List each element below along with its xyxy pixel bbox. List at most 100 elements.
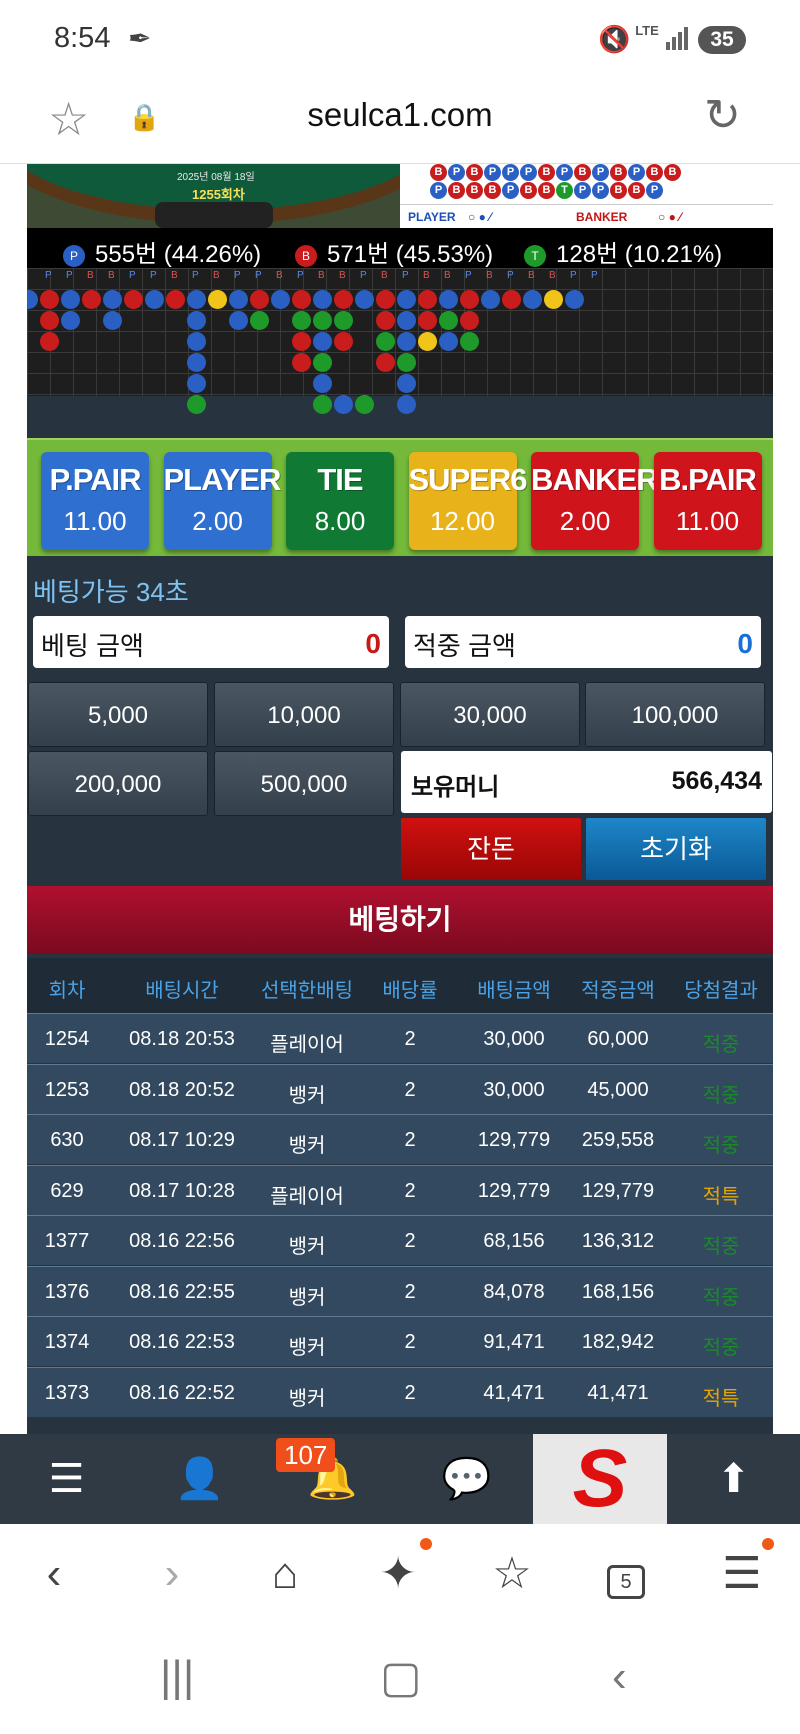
- bet-option-banker[interactable]: BANKER 2.00: [531, 452, 659, 550]
- big-road-bead: [334, 290, 353, 309]
- big-road-bead: [187, 353, 206, 372]
- site-bottom-nav: ☰ 👤 🔔 107 💬 S ⬆: [0, 1434, 800, 1524]
- big-road-header-mark: P: [591, 270, 598, 281]
- history-row: 1254 08.18 20:53 플레이어 2 30,000 60,000 적중: [27, 1013, 773, 1063]
- place-bet-button[interactable]: 베팅하기: [27, 886, 773, 954]
- big-road-header-mark: P: [402, 270, 409, 281]
- system-back-icon[interactable]: ‹: [612, 1652, 627, 1702]
- big-road-bead: [313, 374, 332, 393]
- big-road-header-mark: B: [213, 270, 220, 281]
- history-cell-bet: 68,156: [483, 1230, 545, 1252]
- big-road-bead: [397, 290, 416, 309]
- big-road-grid: PPBBPPBPBPPBPBBPBPBBPBPBBPP: [27, 268, 773, 414]
- bead-road-ball: P: [574, 182, 591, 199]
- bead-road-ball: B: [466, 182, 483, 199]
- bet-option-p-pair[interactable]: P.PAIR 11.00: [41, 452, 149, 550]
- signal-icon: [666, 26, 690, 50]
- chip-100000-button[interactable]: 100,000: [585, 682, 765, 747]
- big-road-bead: [334, 332, 353, 351]
- chip-500000-button[interactable]: 500,000: [214, 751, 394, 816]
- recents-icon[interactable]: |||: [160, 1652, 194, 1702]
- big-road-bead: [397, 332, 416, 351]
- bet-option-odds: 11.00: [675, 506, 740, 536]
- win-amount-value: 0: [737, 628, 753, 659]
- bet-option-b-pair[interactable]: B.PAIR 11.00: [653, 452, 762, 550]
- history-cell-bet: 30,000: [483, 1078, 545, 1101]
- menu-icon[interactable]: ☰: [0, 1434, 133, 1524]
- big-road-bead: [271, 290, 290, 309]
- bead-road-top: BPBPPPBPBPBPBB PBBBPBBTPPBBP PLAYER ○ ● …: [400, 164, 773, 228]
- player-dot-icon: P: [63, 244, 85, 267]
- big-road-bead: [376, 290, 395, 309]
- history-cell-odds: 2: [404, 1230, 416, 1252]
- bead-road-ball: P: [448, 164, 465, 181]
- notification-dot: [762, 1538, 774, 1550]
- bet-option-odds: 2.00: [559, 506, 611, 536]
- bet-option-name: BANKER: [531, 462, 659, 497]
- col-result: 당첨결과: [684, 980, 758, 1002]
- system-nav-bar: ||| ▢ ‹: [0, 1624, 800, 1734]
- forward-icon[interactable]: ›: [142, 1544, 202, 1604]
- bead-road-ball: P: [556, 164, 573, 181]
- big-road-bead: [103, 290, 122, 309]
- big-road-bead: [40, 290, 59, 309]
- chip-10000-button[interactable]: 10,000: [214, 682, 394, 747]
- big-road-bead: [187, 332, 206, 351]
- big-road-header-mark: P: [507, 270, 514, 281]
- history-cell-win: 41,471: [587, 1381, 649, 1404]
- legend-banker: BANKER: [576, 210, 628, 224]
- big-road-bead: [376, 311, 395, 330]
- big-road-header-mark: P: [45, 270, 52, 281]
- bet-option-player[interactable]: PLAYER 2.00: [163, 452, 281, 550]
- history-cell-win: 136,312: [581, 1230, 655, 1252]
- history-cell-odds: 2: [404, 1028, 416, 1050]
- home-icon[interactable]: ⌂: [255, 1544, 315, 1604]
- user-icon[interactable]: 👤: [133, 1434, 266, 1524]
- big-road-bead: [313, 332, 332, 351]
- history-cell-round: 1254: [44, 1028, 90, 1050]
- big-road-header-mark: B: [108, 270, 115, 281]
- chip-30000-button[interactable]: 30,000: [400, 682, 580, 747]
- bet-option-super6[interactable]: SUPER6 12.00: [408, 452, 528, 550]
- ai-sparkle-icon[interactable]: ✦: [368, 1544, 428, 1604]
- col-round: 회차: [48, 980, 86, 1002]
- stat-banker: B 571번 (45.53%): [295, 234, 493, 269]
- big-road-bead: [187, 311, 206, 330]
- site-logo[interactable]: S: [533, 1434, 667, 1524]
- big-road-bead: [313, 353, 332, 372]
- history-cell-win: 182,942: [581, 1331, 655, 1353]
- bead-road-ball: B: [646, 164, 663, 181]
- mute-icon: 🔇: [598, 24, 631, 54]
- big-road-bead: [292, 311, 311, 330]
- bet-option-tie[interactable]: TIE 8.00: [286, 452, 394, 550]
- big-road-bead: [502, 290, 521, 309]
- change-button[interactable]: 잔돈: [401, 818, 581, 880]
- bead-road-ball: B: [484, 182, 501, 199]
- back-icon[interactable]: ‹: [24, 1544, 84, 1604]
- history-cell-round: 629: [50, 1179, 84, 1202]
- game-content: 2025년 08월 18일 1255회차 BPBPPPBPBPBPBB PBBB…: [27, 164, 773, 1434]
- browser-menu-icon[interactable]: ☰: [712, 1544, 772, 1604]
- reload-icon[interactable]: ↻: [704, 90, 741, 141]
- home-button-icon[interactable]: ▢: [380, 1652, 422, 1703]
- bookmarks-icon[interactable]: ☆: [482, 1544, 542, 1604]
- big-road-bead: [460, 311, 479, 330]
- stat-player: P 555번 (44.26%): [63, 234, 261, 269]
- big-road-bead: [61, 311, 80, 330]
- big-road-bead: [166, 290, 185, 309]
- scroll-top-icon[interactable]: ⬆: [667, 1434, 800, 1524]
- history-row: 1374 08.16 22:53 뱅커 2 91,471 182,942 적중: [27, 1316, 773, 1366]
- history-cell-result: 적중: [702, 1286, 740, 1309]
- tabs-icon[interactable]: 5: [596, 1544, 656, 1604]
- big-road-header-mark: P: [129, 270, 136, 281]
- bead-road-ball: P: [592, 164, 609, 181]
- chip-200000-button[interactable]: 200,000: [28, 751, 208, 816]
- history-cell-result: 적특: [702, 1387, 740, 1410]
- reset-button[interactable]: 초기화: [586, 818, 766, 880]
- url-domain[interactable]: seulca1.com: [0, 96, 800, 134]
- chat-icon[interactable]: 💬: [400, 1434, 533, 1524]
- big-road-header-mark: B: [87, 270, 94, 281]
- chip-5000-button[interactable]: 5,000: [28, 682, 208, 747]
- big-road-bead: [376, 353, 395, 372]
- big-road-header-mark: B: [486, 270, 493, 281]
